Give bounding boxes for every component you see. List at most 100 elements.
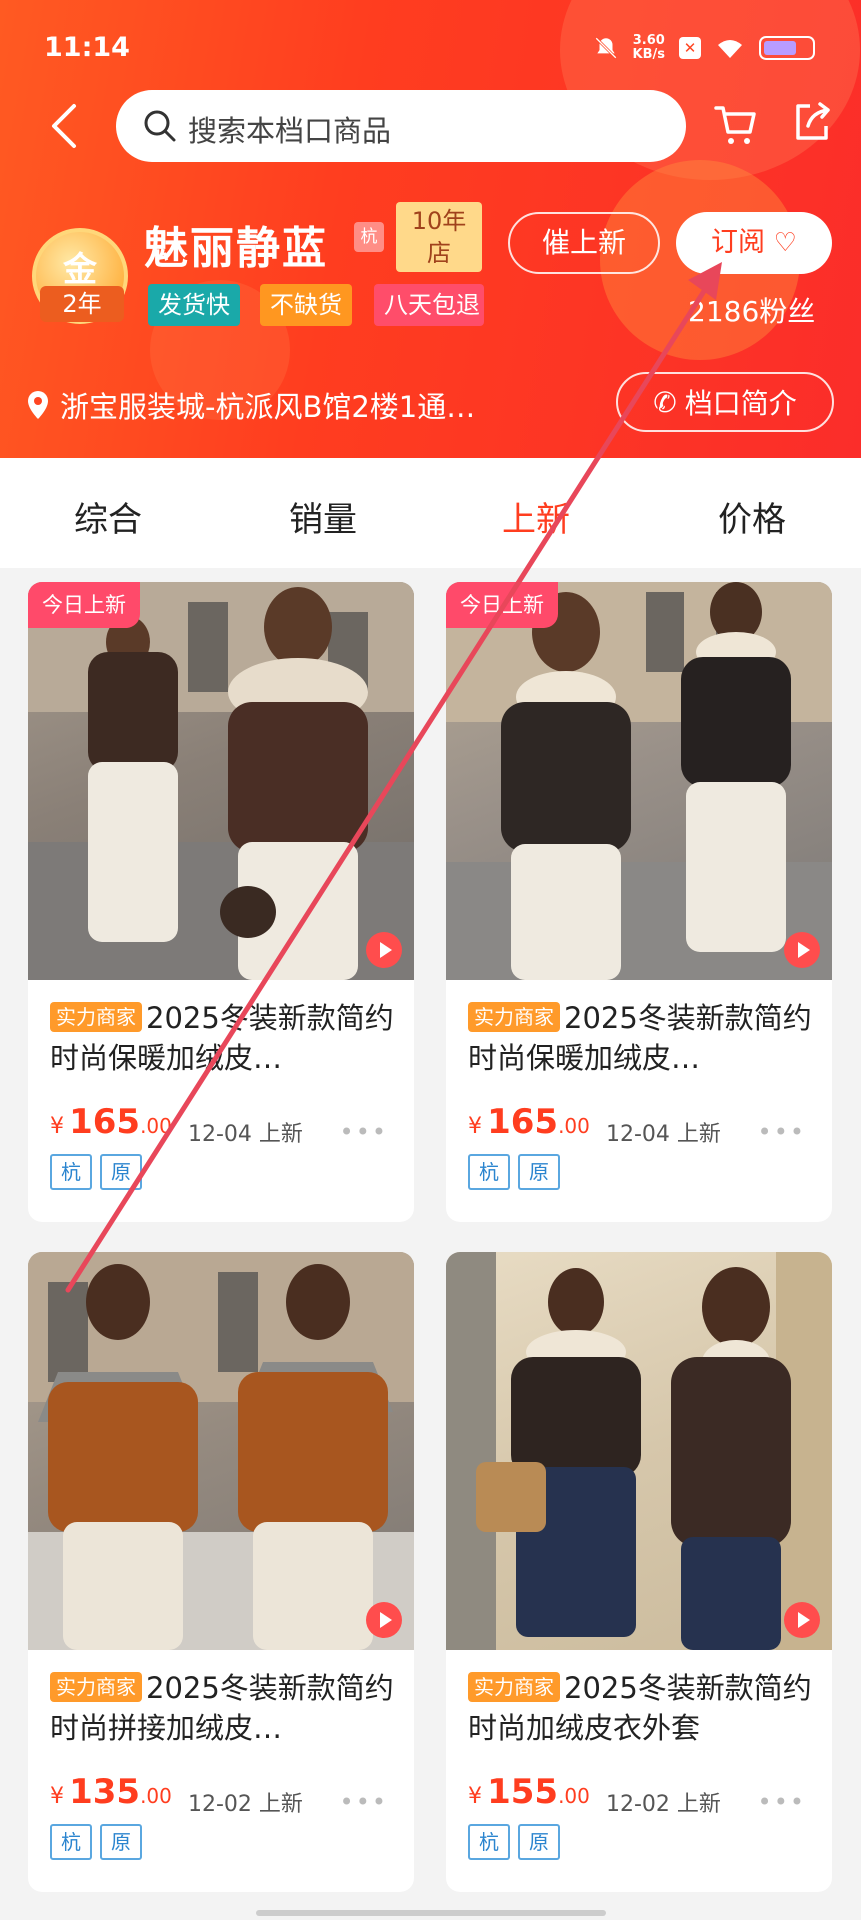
mute-bell-icon [594,37,617,59]
price-integer: 155 [487,1772,559,1812]
sort-tabs: 综合 销量 上新 价格 [0,458,861,568]
product-tags: 杭 原 [28,1824,414,1860]
search-icon [144,110,176,142]
location-text: 浙宝服装城-杭派风B馆2楼1通… [60,390,476,424]
price-decimal: .00 [558,1114,590,1138]
product-title[interactable]: 实力商家 2025冬装新款简约时尚保暖加绒皮… [28,980,414,1084]
more-options-icon[interactable]: ••• [340,1788,388,1816]
play-video-icon[interactable] [784,1602,820,1638]
new-today-badge: 今日上新 [446,582,558,628]
city-tag: 杭 [354,222,384,252]
price-row: ¥ 155.00 12-02 上新 ••• [446,1754,832,1824]
product-image[interactable]: 今日上新 [28,582,414,980]
seller-badge: 实力商家 [50,1002,142,1032]
listing-date: 12-04 上新 [188,1122,303,1147]
listing-date: 12-04 上新 [606,1122,721,1147]
fans-count: 2186粉丝 [688,295,816,328]
search-placeholder: 搜索本档口商品 [188,114,392,148]
product-photo [446,1252,832,1650]
price-currency: ¥ [50,1114,64,1139]
price-currency: ¥ [50,1784,64,1809]
chip-fast-shipping: 发货快 [148,284,240,326]
product-card[interactable]: 实力商家 2025冬装新款简约时尚加绒皮衣外套 ¥ 155.00 12-02 上新… [446,1252,832,1892]
years-badge-line1: 10年 [411,207,467,235]
tab-price[interactable]: 价格 [672,492,832,541]
years-badge-line2: 店 [427,239,451,267]
listing-date: 12-02 上新 [606,1792,721,1817]
price-currency: ¥ [468,1784,482,1809]
search-input[interactable]: 搜索本档口商品 [116,90,686,162]
shop-header: 11:14 3.60 KB/s ✕ 搜索本档口商品 金 2年 魅丽静蓝 杭 10… [0,0,861,458]
tab-overall[interactable]: 综合 [28,492,188,541]
shop-location[interactable]: 浙宝服装城-杭派风B馆2楼1通… [26,384,475,426]
price-integer: 165 [69,1102,141,1142]
product-card[interactable]: 今日上新 实力商家 2025冬装新款简约时尚保暖加绒皮… ¥ 165.00 12-… [446,582,832,1222]
tab-sales[interactable]: 销量 [243,492,403,541]
product-image[interactable] [446,1252,832,1650]
heart-icon: ♡ [773,228,797,258]
more-options-icon[interactable]: ••• [340,1118,388,1146]
price-decimal: .00 [558,1784,590,1808]
battery-icon [759,36,815,60]
subscribe-button[interactable]: 订阅 ♡ [676,212,832,274]
product-tags: 杭 原 [446,1154,832,1190]
back-arrow-icon[interactable] [44,100,84,152]
home-indicator[interactable] [256,1910,606,1916]
more-options-icon[interactable]: ••• [758,1118,806,1146]
price-currency: ¥ [468,1114,482,1139]
product-title[interactable]: 实力商家 2025冬装新款简约时尚加绒皮衣外套 [446,1650,832,1754]
medal-char: 金 [63,250,97,290]
shop-intro-label: 档口简介 [684,387,797,420]
phone-icon: ✆ [653,385,677,419]
speed-unit: KB/s [632,47,665,62]
listing-date: 12-02 上新 [188,1792,303,1817]
chip-in-stock: 不缺货 [260,284,352,326]
status-icons: 3.60 KB/s ✕ [593,34,815,62]
product-title[interactable]: 实力商家 2025冬装新款简约时尚拼接加绒皮… [28,1650,414,1754]
play-video-icon[interactable] [366,1602,402,1638]
seller-badge: 实力商家 [468,1002,560,1032]
cart-icon[interactable] [712,100,760,148]
price-decimal: .00 [140,1784,172,1808]
shop-years-badge: 10年 店 [396,202,482,272]
price-row: ¥ 135.00 12-02 上新 ••• [28,1754,414,1824]
product-title[interactable]: 实力商家 2025冬装新款简约时尚保暖加绒皮… [446,980,832,1084]
product-image[interactable]: 今日上新 [446,582,832,980]
product-tags: 杭 原 [446,1824,832,1860]
product-tags: 杭 原 [28,1154,414,1190]
product-card[interactable]: 实力商家 2025冬装新款简约时尚拼接加绒皮… ¥ 135.00 12-02 上新… [28,1252,414,1892]
more-options-icon[interactable]: ••• [758,1788,806,1816]
play-video-icon[interactable] [784,932,820,968]
sim-x-icon: ✕ [679,37,701,59]
seller-badge: 实力商家 [468,1672,560,1702]
status-time: 11:14 [44,32,130,63]
subscribe-label: 订阅 [711,227,766,258]
shop-intro-button[interactable]: ✆ 档口简介 [616,372,834,432]
price-integer: 165 [487,1102,559,1142]
medal-years: 2年 [40,286,124,322]
tag-hang: 杭 [468,1824,510,1860]
tag-original: 原 [518,1824,560,1860]
price-row: ¥ 165.00 12-04 上新 ••• [28,1084,414,1154]
price-decimal: .00 [140,1114,172,1138]
share-icon[interactable] [790,100,834,144]
tag-original: 原 [100,1824,142,1860]
speed-value: 3.60 [632,33,665,48]
tab-new[interactable]: 上新 [456,492,616,541]
tag-hang: 杭 [468,1154,510,1190]
product-image[interactable] [28,1252,414,1650]
product-photo [28,1252,414,1650]
product-price: ¥ 135.00 [50,1772,172,1812]
price-row: ¥ 165.00 12-04 上新 ••• [446,1084,832,1154]
product-card[interactable]: 今日上新 实力商家 2025冬装新款简约时尚保暖加绒皮… ¥ 165.00 12-… [28,582,414,1222]
product-price: ¥ 165.00 [468,1102,590,1142]
network-speed: 3.60 KB/s [633,34,665,62]
product-price: ¥ 165.00 [50,1102,172,1142]
product-photo [446,582,832,980]
play-video-icon[interactable] [366,932,402,968]
product-price: ¥ 155.00 [468,1772,590,1812]
new-today-badge: 今日上新 [28,582,140,628]
urge-new-button[interactable]: 催上新 [508,212,660,274]
seller-badge: 实力商家 [50,1672,142,1702]
tag-hang: 杭 [50,1824,92,1860]
